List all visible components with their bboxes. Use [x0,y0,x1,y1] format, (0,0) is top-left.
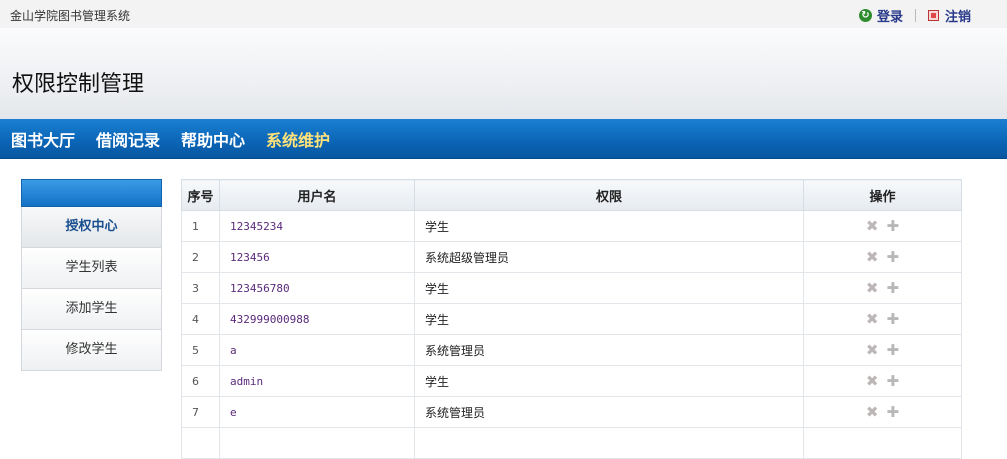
login-icon: ↻ [858,9,872,22]
main-nav: 图书大厅 借阅记录 帮助中心 系统维护 [0,119,1007,159]
nav-item-system-maintenance[interactable]: 系统维护 [266,127,330,151]
login-link[interactable]: ↻ 登录 [858,6,903,25]
cell-username: admin [219,365,415,397]
cell-username: 123456780 [219,272,415,304]
cell-actions: ✖ ✚ [803,272,962,304]
cell-actions: ✖ ✚ [803,334,962,366]
column-header-permission: 权限 [414,179,804,211]
sidebar-item-add-student[interactable]: 添加学生 [21,289,162,330]
logout-link[interactable]: 注销 [927,6,971,25]
cell-no: 7 [181,396,220,428]
delete-x-icon[interactable]: ✖ [866,403,879,421]
cell-no: 4 [181,303,220,335]
cell-actions [803,427,962,459]
delete-x-icon[interactable]: ✖ [866,372,879,390]
delete-x-icon[interactable]: ✖ [866,279,879,297]
sidebar: 授权中心 学生列表 添加学生 修改学生 [21,179,162,371]
cell-no: 6 [181,365,220,397]
cell-username: e [219,396,415,428]
cell-permission: 系统超级管理员 [414,241,804,273]
table-row [181,427,962,459]
user-permission-table-wrap: 序号 用户名 权限 操作 1 12345234 学生 ✖ ✚ 2 123456 系统超级管理员… [181,179,962,459]
cell-username: 432999000988 [219,303,415,335]
table-row: 1 12345234 学生 ✖ ✚ [181,210,962,242]
sidebar-item-student-list[interactable]: 学生列表 [21,248,162,289]
logout-icon [927,10,939,21]
cell-username [219,427,415,459]
add-plus-icon[interactable]: ✚ [887,403,900,421]
table-row: 3 123456780 学生 ✖ ✚ [181,272,962,304]
table-row: 6 admin 学生 ✖ ✚ [181,365,962,397]
top-links: ↻ 登录 注销 [858,6,971,25]
page-header: 权限控制管理 [0,28,1007,119]
cell-permission: 系统管理员 [414,334,804,366]
cell-actions: ✖ ✚ [803,365,962,397]
cell-no: 2 [181,241,220,273]
cell-username: 123456 [219,241,415,273]
cell-actions: ✖ ✚ [803,303,962,335]
add-plus-icon[interactable]: ✚ [887,372,900,390]
nav-item-help-center[interactable]: 帮助中心 [181,127,245,151]
logout-label: 注销 [944,10,971,25]
table-row: 2 123456 系统超级管理员 ✖ ✚ [181,241,962,273]
page-title: 权限控制管理 [12,72,145,97]
add-plus-icon[interactable]: ✚ [887,310,900,328]
add-plus-icon[interactable]: ✚ [887,341,900,359]
column-header-no: 序号 [181,179,220,211]
cell-no: 1 [181,210,220,242]
cell-username: a [219,334,415,366]
site-name: 金山学院图书管理系统 [10,9,131,23]
cell-actions: ✖ ✚ [803,396,962,428]
delete-x-icon[interactable]: ✖ [866,310,879,328]
cell-permission: 学生 [414,210,804,242]
table-row: 4 432999000988 学生 ✖ ✚ [181,303,962,335]
top-bar: 金山学院图书管理系统 ↻ 登录 注销 [0,0,1007,28]
table-header-row: 序号 用户名 权限 操作 [181,179,962,211]
delete-x-icon[interactable]: ✖ [866,217,879,235]
cell-actions: ✖ ✚ [803,210,962,242]
column-header-username: 用户名 [219,179,415,211]
add-plus-icon[interactable]: ✚ [887,217,900,235]
cell-permission: 系统管理员 [414,396,804,428]
cell-username: 12345234 [219,210,415,242]
add-plus-icon[interactable]: ✚ [887,248,900,266]
sidebar-item-auth-center[interactable]: 授权中心 [21,207,162,248]
sidebar-item-edit-student[interactable]: 修改学生 [21,330,162,371]
nav-item-borrow-records[interactable]: 借阅记录 [96,127,160,151]
cell-permission: 学生 [414,365,804,397]
cell-no [181,427,220,459]
cell-permission: 学生 [414,272,804,304]
table-row: 7 e 系统管理员 ✖ ✚ [181,396,962,428]
cell-actions: ✖ ✚ [803,241,962,273]
add-plus-icon[interactable]: ✚ [887,279,900,297]
user-permission-table: 序号 用户名 权限 操作 1 12345234 学生 ✖ ✚ 2 123456 系统超级管理员… [181,179,962,459]
delete-x-icon[interactable]: ✖ [866,341,879,359]
divider [914,9,916,22]
cell-permission [414,427,804,459]
table-row: 5 a 系统管理员 ✖ ✚ [181,334,962,366]
cell-permission: 学生 [414,303,804,335]
cell-no: 5 [181,334,220,366]
nav-item-book-hall[interactable]: 图书大厅 [11,127,75,151]
cell-no: 3 [181,272,220,304]
delete-x-icon[interactable]: ✖ [866,248,879,266]
sidebar-header [21,179,162,207]
column-header-actions: 操作 [803,179,962,211]
login-label: 登录 [876,10,903,25]
